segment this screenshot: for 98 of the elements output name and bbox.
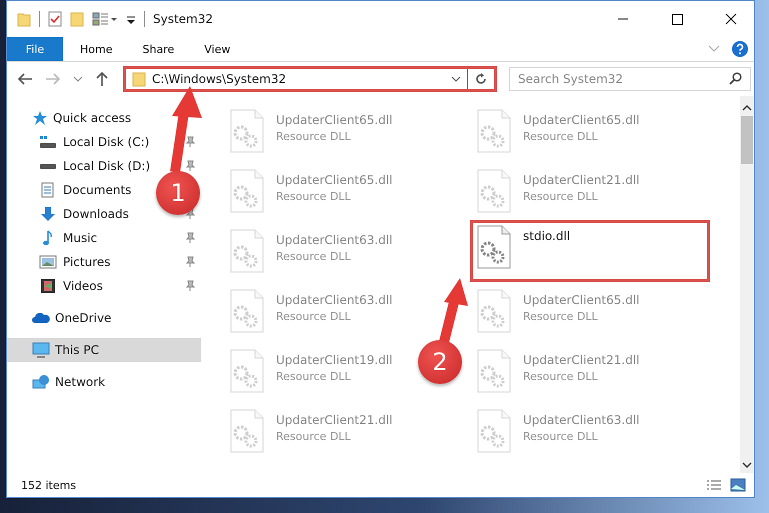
properties-icon[interactable]	[48, 11, 62, 27]
pin-icon[interactable]	[185, 136, 195, 148]
dll-file-icon	[230, 109, 264, 153]
dll-file-icon	[477, 169, 511, 213]
star-icon	[32, 110, 48, 126]
film-icon	[39, 278, 57, 294]
item-count: 152 items	[21, 478, 76, 492]
file-type: Resource DLL	[523, 370, 599, 383]
file-type: Resource DLL	[276, 190, 352, 203]
file-type: Resource DLL	[523, 190, 599, 203]
file-name: UpdaterClient63.dll	[523, 413, 640, 427]
file-name: UpdaterClient21.dll	[523, 353, 640, 367]
nav-item[interactable]: Network	[32, 370, 110, 394]
dll-file-icon	[477, 225, 511, 269]
nav-item[interactable]: Downloads	[39, 202, 133, 226]
nav-item[interactable]: Videos	[39, 274, 107, 298]
file-name: UpdaterClient63.dll	[276, 233, 393, 247]
dll-file-icon	[230, 349, 264, 393]
nav-label: Local Disk (C:)	[63, 135, 150, 149]
nav-label: This PC	[55, 343, 99, 357]
recent-locations-icon[interactable]	[73, 75, 83, 83]
drive-icon	[40, 164, 56, 168]
ribbon-tab[interactable]: View	[191, 37, 244, 61]
help-icon[interactable]	[732, 41, 748, 57]
file-tab[interactable]: File	[7, 37, 63, 61]
file-name: UpdaterClient63.dll	[276, 293, 393, 307]
details-view-icon[interactable]	[706, 479, 722, 491]
file-name: UpdaterClient19.dll	[276, 353, 393, 367]
dll-file-icon	[230, 169, 264, 213]
nav-label: Pictures	[63, 255, 111, 269]
pin-icon[interactable]	[185, 256, 195, 268]
network-icon	[32, 374, 50, 390]
file-name: UpdaterClient65.dll	[523, 113, 640, 127]
dropdown-icon[interactable]	[451, 75, 461, 83]
pin-icon[interactable]	[185, 280, 195, 292]
file-type: Resource DLL	[276, 250, 352, 263]
scrollbar[interactable]	[740, 96, 754, 473]
file-type: Resource DLL	[523, 310, 599, 323]
nav-item[interactable]: Pictures	[39, 250, 115, 274]
file-name: UpdaterClient21.dll	[276, 413, 393, 427]
file-name: UpdaterClient21.dll	[523, 173, 640, 187]
back-icon[interactable]	[17, 72, 33, 86]
search-field[interactable]: Search System32	[509, 67, 751, 91]
ribbon-tab[interactable]: Share	[129, 37, 188, 61]
nav-label: Documents	[63, 183, 132, 197]
address-path: C:\Windows\System32	[152, 72, 286, 86]
arrow	[439, 278, 468, 344]
drive-icon	[39, 135, 57, 149]
dll-file-icon	[477, 289, 511, 333]
search-icon	[729, 72, 742, 85]
scroll-up-icon[interactable]	[742, 104, 752, 112]
dll-file-icon	[230, 229, 264, 273]
file-type: Resource DLL	[276, 130, 352, 143]
dll-file-icon	[230, 409, 264, 453]
file-name: UpdaterClient65.dll	[276, 113, 393, 127]
ribbon-tab[interactable]: Home	[67, 37, 126, 61]
cloud-icon	[32, 312, 50, 324]
download-icon	[39, 206, 57, 222]
dll-file-icon	[477, 109, 511, 153]
refresh-icon[interactable]	[474, 72, 488, 86]
file-type: Resource DLL	[276, 430, 352, 443]
large-icons-view-icon[interactable]	[730, 478, 746, 492]
file-type: Resource DLL	[276, 310, 352, 323]
nav-item[interactable]: Documents	[39, 178, 136, 202]
window-title: System32	[153, 12, 214, 26]
folder-icon	[132, 71, 146, 87]
scroll-down-icon[interactable]	[742, 461, 752, 469]
file-type: Resource DLL	[523, 130, 599, 143]
nav-label: Music	[63, 231, 98, 245]
pin-icon[interactable]	[185, 232, 195, 244]
dll-file-icon	[477, 409, 511, 453]
file-item[interactable]: stdio.dll	[470, 220, 710, 282]
nav-label: OneDrive	[55, 311, 112, 325]
dll-file-icon	[230, 289, 264, 333]
nav-item[interactable]: Local Disk (C:)	[39, 130, 154, 154]
monitor-icon	[32, 342, 50, 358]
dll-file-icon	[477, 349, 511, 393]
pin-icon[interactable]	[185, 160, 195, 172]
nav-label: Network	[55, 375, 106, 389]
nav-item[interactable]: Local Disk (D:)	[39, 154, 154, 178]
up-icon[interactable]	[95, 71, 109, 87]
nav-label: Videos	[63, 279, 103, 293]
nav-item[interactable]: OneDrive	[32, 306, 116, 330]
nav-label: Quick access	[53, 111, 132, 125]
file-name: stdio.dll	[523, 229, 570, 243]
file-type: Resource DLL	[276, 370, 352, 383]
scroll-thumb[interactable]	[741, 116, 753, 164]
address-bar[interactable]: C:\Windows\System32	[123, 66, 497, 92]
nav-label: Downloads	[63, 207, 129, 221]
file-type: Resource DLL	[523, 430, 599, 443]
picture-icon	[39, 254, 57, 270]
nav-label: Local Disk (D:)	[63, 159, 150, 173]
view-options-icon[interactable]	[92, 11, 118, 27]
file-name: UpdaterClient65.dll	[276, 173, 393, 187]
file-name: UpdaterClient65.dll	[523, 293, 640, 307]
nav-item[interactable]: Quick access	[32, 106, 136, 130]
nav-item[interactable]: This PC	[7, 338, 201, 362]
nav-item[interactable]: Music	[39, 226, 102, 250]
